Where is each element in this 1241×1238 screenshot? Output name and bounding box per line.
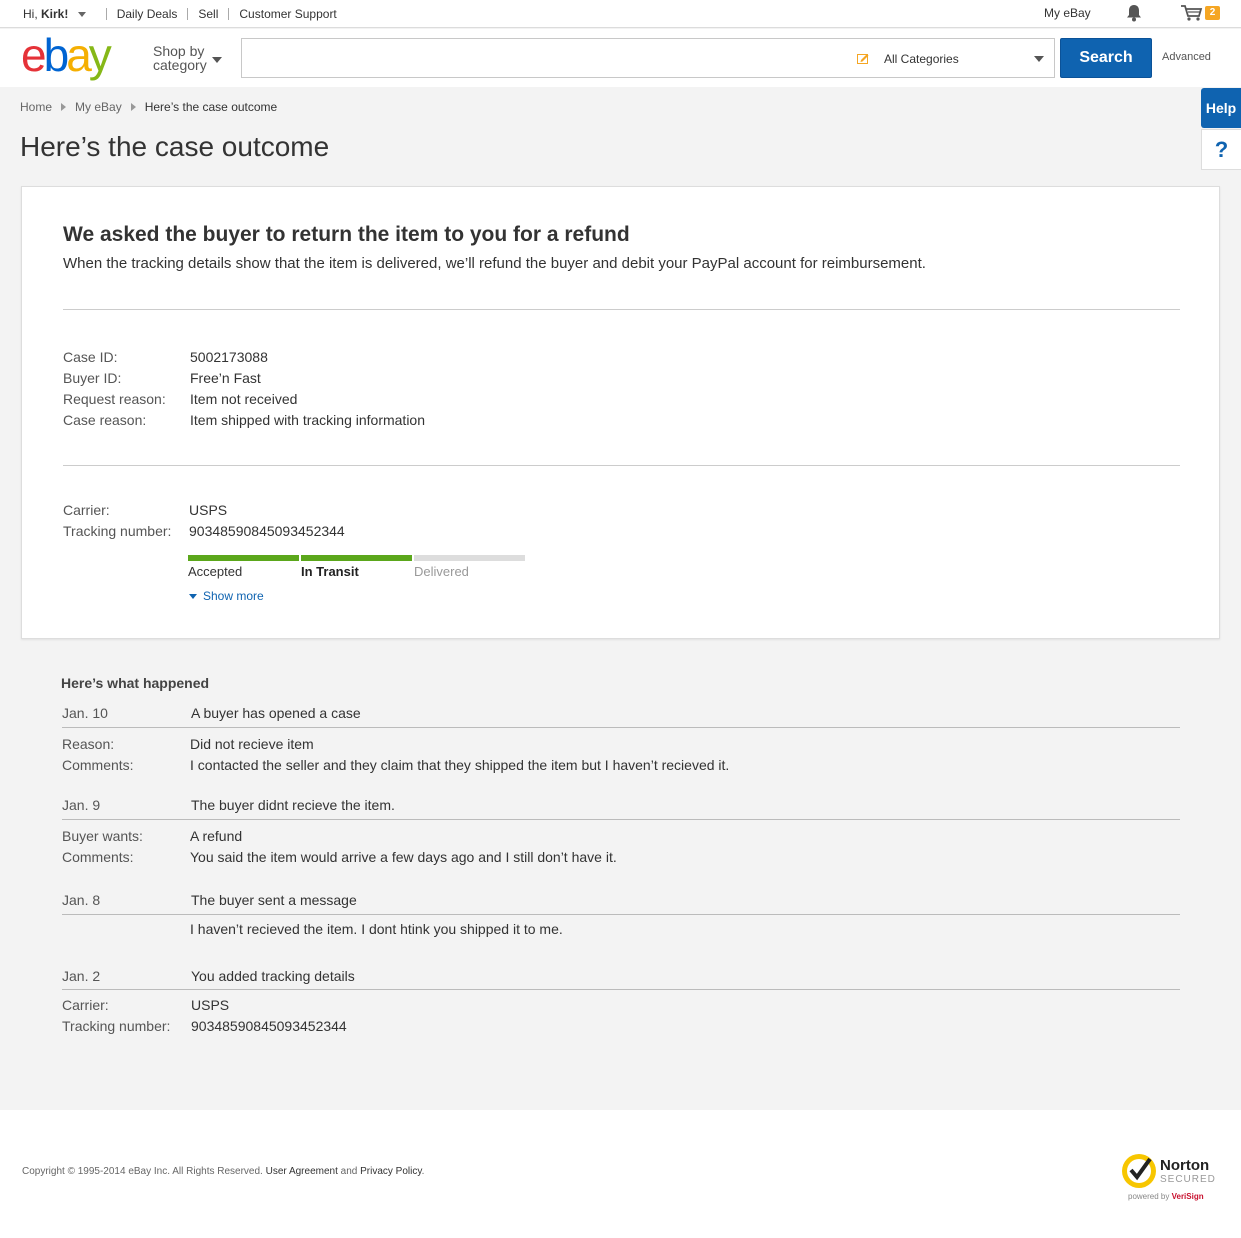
category-select[interactable]: All Categories — [875, 38, 1055, 78]
divider — [228, 8, 230, 20]
case-outcome-card: We asked the buyer to return the item to… — [21, 186, 1220, 639]
case-reason-label: Case reason: — [63, 412, 147, 428]
chevron-down-icon — [77, 12, 86, 18]
chevron-right-icon — [130, 103, 136, 111]
step-label-delivered: Delivered — [414, 564, 469, 579]
event-title: A buyer has opened a case — [191, 705, 361, 721]
detail-label: Buyer wants: — [62, 828, 143, 844]
event-date: Jan. 10 — [62, 705, 108, 721]
divider — [62, 989, 1180, 990]
detail-label: Comments: — [62, 849, 134, 865]
svg-text:Norton: Norton — [1160, 1157, 1209, 1174]
page-title: Here’s the case outcome — [20, 131, 330, 162]
event-date: Jan. 9 — [62, 797, 101, 813]
message-text: I haven’t recieved the item. I dont htin… — [190, 921, 563, 937]
detail-label: Comments: — [62, 757, 134, 773]
progress-step-accepted — [188, 555, 299, 561]
divider — [62, 727, 1180, 728]
footer: Copyright © 1995-2014 eBay Inc. All Righ… — [0, 1110, 1241, 1238]
divider — [62, 819, 1180, 820]
search-field[interactable] — [241, 38, 876, 78]
divider — [187, 8, 189, 20]
copyright: Copyright © 1995-2014 eBay Inc. All Righ… — [22, 1166, 425, 1177]
outcome-heading: We asked the buyer to return the item to… — [63, 223, 630, 246]
carrier-label: Carrier: — [63, 502, 110, 518]
header: ebay Shop by category All Categories Sea… — [0, 29, 1241, 87]
tracking-label: Tracking number: — [63, 523, 172, 539]
detail-value: A refund — [190, 828, 243, 844]
chevron-down-icon[interactable] — [212, 57, 222, 63]
divider — [105, 8, 107, 20]
breadcrumb-my-ebay[interactable]: My eBay — [75, 100, 122, 114]
detail-value: I contacted the seller and they claim th… — [190, 757, 730, 773]
cart-count-badge: 2 — [1205, 6, 1220, 20]
question-icon[interactable]: ? — [1201, 129, 1241, 170]
search-button[interactable]: Search — [1060, 38, 1152, 78]
search-input[interactable] — [242, 39, 842, 77]
request-reason-label: Request reason: — [63, 391, 166, 407]
top-bar-left: Hi, Kirk! Daily Deals Sell Customer Supp… — [23, 7, 337, 21]
cart-icon[interactable] — [1181, 5, 1203, 21]
case-reason-value: Item shipped with tracking information — [190, 412, 425, 428]
case-id-label: Case ID: — [63, 349, 118, 365]
step-label-in-transit: In Transit — [301, 564, 359, 579]
event-title: The buyer didnt recieve the item. — [191, 797, 395, 813]
norton-secured-seal[interactable]: Norton SECURED powered by VeriSign — [1120, 1148, 1220, 1204]
chevron-right-icon — [61, 103, 67, 111]
detail-value: You said the item would arrive a few day… — [190, 849, 617, 865]
user-name: Kirk! — [41, 7, 69, 21]
pencil-icon[interactable] — [857, 53, 869, 64]
request-reason-value: Item not received — [190, 391, 298, 407]
detail-label: Carrier: — [62, 997, 109, 1013]
case-id-value: 5002173088 — [190, 349, 268, 365]
user-greeting[interactable]: Hi, Kirk! — [23, 7, 86, 21]
chevron-down-icon — [1034, 56, 1044, 62]
event-title: You added tracking details — [191, 968, 355, 984]
sell-link[interactable]: Sell — [198, 7, 218, 21]
chevron-down-icon — [189, 593, 197, 599]
show-more-link[interactable]: Show more — [189, 589, 264, 603]
event-date: Jan. 8 — [62, 892, 101, 908]
breadcrumb: Home My eBay Here’s the case outcome — [20, 100, 277, 114]
daily-deals-link[interactable]: Daily Deals — [117, 7, 178, 21]
detail-value: 9034859084509345234​4 — [191, 1018, 347, 1034]
advanced-search-link[interactable]: Advanced — [1162, 51, 1211, 63]
help-tab[interactable]: Help — [1201, 88, 1241, 128]
progress-step-in-transit — [301, 555, 412, 561]
outcome-description: When the tracking details show that the … — [63, 255, 926, 272]
breadcrumb-home[interactable]: Home — [20, 100, 52, 114]
top-bar: Hi, Kirk! Daily Deals Sell Customer Supp… — [0, 0, 1241, 28]
divider — [63, 465, 1180, 466]
customer-support-link[interactable]: Customer Support — [239, 7, 336, 21]
detail-value: USPS — [191, 997, 230, 1013]
buyer-id-label: Buyer ID: — [63, 370, 122, 386]
tracking-number[interactable]: 9034859084509345234​4 — [189, 523, 345, 539]
buyer-id-value: Free’n Fast — [190, 370, 261, 386]
svg-text:SECURED: SECURED — [1160, 1174, 1216, 1185]
history-title: Here’s what happened — [61, 675, 210, 691]
divider — [62, 914, 1180, 915]
detail-label: Reason: — [62, 736, 115, 752]
shop-by-category[interactable]: Shop by category — [153, 44, 207, 72]
ebay-logo[interactable]: ebay — [21, 33, 141, 83]
my-ebay-link[interactable]: My eBay — [1044, 6, 1091, 20]
breadcrumb-current: Here’s the case outcome — [144, 100, 278, 114]
bell-icon[interactable] — [1126, 4, 1142, 22]
privacy-policy-link[interactable]: Privacy Policy — [360, 1166, 422, 1177]
step-label-accepted: Accepted — [188, 564, 243, 579]
divider — [63, 309, 1180, 310]
event-date: Jan. 2 — [62, 968, 101, 984]
carrier-value: USPS — [189, 502, 228, 518]
progress-step-delivered — [414, 555, 525, 561]
detail-label: Tracking number: — [62, 1018, 171, 1034]
svg-text:ebay: ebay — [21, 33, 112, 81]
user-agreement-link[interactable]: User Agreement — [266, 1166, 338, 1177]
event-title: The buyer sent a message — [191, 892, 357, 908]
detail-value: Did not recieve item — [190, 736, 314, 752]
svg-text:powered by VeriSign: powered by VeriSign — [1128, 1192, 1204, 1201]
